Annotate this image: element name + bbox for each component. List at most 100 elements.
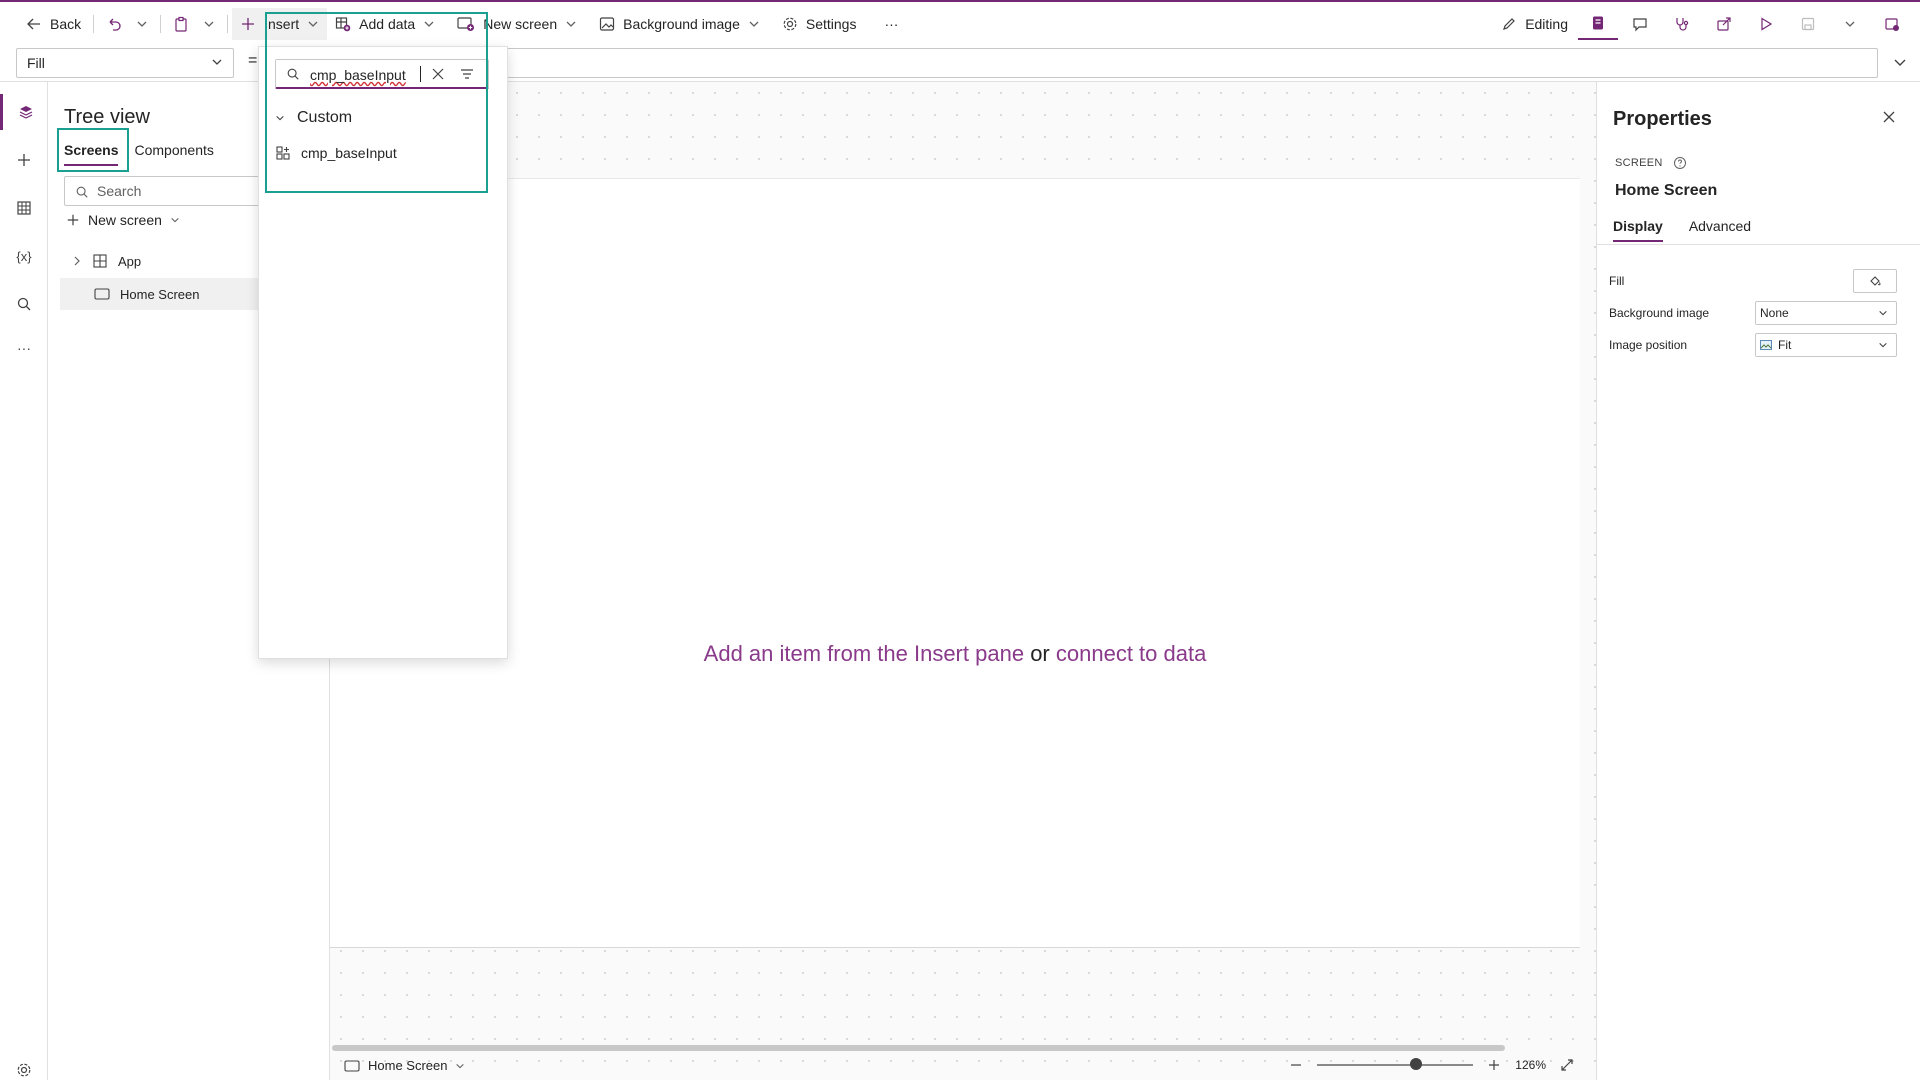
expand-formula-icon[interactable]: [1892, 54, 1908, 70]
image-position-dropdown[interactable]: Fit: [1755, 333, 1897, 357]
image-icon: [600, 17, 615, 31]
comments-button[interactable]: [1620, 8, 1660, 40]
command-bar: Back Insert Add data New screen Backgrou…: [0, 2, 1920, 46]
paint-bucket-icon: [1870, 276, 1881, 286]
tab-screens[interactable]: Screens: [64, 140, 119, 166]
chevron-down-icon: [456, 1063, 465, 1068]
tree-search-placeholder: Search: [97, 183, 142, 199]
more-button[interactable]: ···: [876, 8, 906, 40]
gear-icon: [783, 17, 797, 31]
table-icon: [17, 201, 31, 215]
undo-button[interactable]: [98, 8, 156, 40]
share-button[interactable]: [1704, 8, 1744, 40]
settings-button[interactable]: Settings: [774, 8, 865, 40]
close-icon[interactable]: [1882, 110, 1896, 124]
save-options-button[interactable]: [1830, 8, 1870, 40]
chevron-down-icon[interactable]: [203, 18, 215, 30]
property-row-background-image: Background image None: [1609, 300, 1909, 326]
canvas-empty-hint: Add an item from the Insert pane or conn…: [330, 641, 1580, 667]
screen-selector[interactable]: Home Screen: [344, 1058, 465, 1073]
property-label: Fill: [1609, 274, 1625, 288]
tree-new-screen-button[interactable]: New screen: [66, 212, 180, 228]
filter-icon[interactable]: [460, 68, 474, 80]
settings-rail-button[interactable]: [0, 1052, 48, 1080]
arrow-left-icon: [27, 18, 40, 30]
add-data-label: Add data: [359, 16, 416, 32]
health-button[interactable]: [1662, 8, 1702, 40]
undo-icon: [109, 18, 121, 31]
insert-pane-link[interactable]: Add an item from the Insert pane: [704, 641, 1024, 666]
clipboard-icon: [175, 16, 187, 32]
preview-button[interactable]: [1746, 8, 1786, 40]
connect-data-link[interactable]: connect to data: [1056, 641, 1206, 666]
plus-icon: [67, 214, 79, 226]
background-image-button[interactable]: Background image: [591, 8, 768, 40]
chevron-down-icon: [308, 21, 318, 27]
home-screen-canvas[interactable]: Add an item from the Insert pane or conn…: [330, 178, 1580, 948]
property-row-image-position: Image position Fit: [1609, 332, 1909, 358]
add-data-button[interactable]: Add data: [327, 8, 443, 40]
chevron-right-icon[interactable]: [72, 256, 82, 266]
property-label: Image position: [1609, 338, 1688, 352]
zoom-in-icon[interactable]: [1487, 1058, 1501, 1072]
help-icon[interactable]: [1673, 156, 1687, 170]
tree-view-tabs: Screens Components: [64, 140, 214, 166]
screen-icon: [94, 288, 110, 300]
chevron-down-icon[interactable]: [136, 18, 148, 30]
zoom-slider[interactable]: [1317, 1058, 1474, 1070]
insert-search-input[interactable]: cmp_baseInput: [275, 59, 489, 89]
more-rail-button[interactable]: ···: [0, 330, 48, 366]
insert-item-cmp-baseinput[interactable]: cmp_baseInput: [271, 137, 497, 169]
search-rail-button[interactable]: [0, 286, 48, 322]
horizontal-scrollbar[interactable]: [332, 1045, 1505, 1051]
zoom-slider-thumb[interactable]: [1409, 1058, 1422, 1070]
tab-components[interactable]: Components: [134, 140, 213, 166]
data-rail-button[interactable]: [0, 190, 48, 226]
insert-search-value: cmp_baseInput: [310, 67, 406, 83]
publish-icon: [1885, 18, 1899, 31]
properties-type-label: SCREEN: [1615, 157, 1663, 169]
insert-item-label: cmp_baseInput: [301, 145, 397, 161]
variables-rail-button[interactable]: {x}: [0, 238, 48, 274]
editing-button[interactable]: Editing: [1493, 8, 1576, 40]
layers-icon: [19, 106, 32, 119]
properties-control-name: Home Screen: [1615, 182, 1718, 199]
back-button[interactable]: Back: [18, 8, 89, 40]
chevron-down-icon: [276, 115, 284, 121]
insert-category-custom[interactable]: Custom: [275, 109, 352, 127]
publish-button[interactable]: [1872, 8, 1912, 40]
status-screen-name: Home Screen: [368, 1058, 448, 1073]
search-icon: [17, 297, 31, 311]
properties-divider: [1597, 244, 1920, 245]
text-caret: [420, 66, 421, 82]
zoom-level: 126%: [1515, 1058, 1546, 1072]
formula-input[interactable]: [500, 48, 1878, 78]
tab-advanced[interactable]: Advanced: [1689, 216, 1751, 242]
tab-display[interactable]: Display: [1613, 216, 1663, 242]
app-checker-button[interactable]: [1578, 8, 1618, 40]
properties-type: SCREEN: [1615, 156, 1687, 170]
fill-color-picker[interactable]: [1853, 269, 1897, 293]
tree-item-label: Home Screen: [120, 286, 200, 302]
properties-title: Properties: [1613, 108, 1712, 130]
save-button[interactable]: [1788, 8, 1828, 40]
new-screen-button[interactable]: New screen: [449, 8, 585, 40]
insert-button[interactable]: Insert: [232, 8, 328, 40]
more-label: ···: [884, 16, 899, 32]
tree-view-rail-button[interactable]: [0, 94, 48, 130]
property-value: Fill: [27, 55, 45, 71]
fit-to-window-icon[interactable]: [1560, 1058, 1574, 1072]
chevron-down-icon: [212, 59, 222, 65]
play-icon: [1761, 17, 1773, 31]
property-selector[interactable]: Fill: [16, 48, 234, 78]
zoom-out-icon[interactable]: [1289, 1058, 1303, 1072]
chevron-down-icon: [1879, 342, 1887, 348]
background-image-dropdown[interactable]: None: [1755, 301, 1897, 325]
paste-button[interactable]: [165, 8, 223, 40]
pencil-icon: [1503, 18, 1516, 30]
search-icon: [76, 186, 88, 198]
chevron-down-icon: [1879, 310, 1887, 316]
insert-rail-button[interactable]: [0, 142, 48, 178]
clear-icon[interactable]: [432, 68, 444, 80]
status-bar: Home Screen 126%: [330, 1054, 1596, 1080]
